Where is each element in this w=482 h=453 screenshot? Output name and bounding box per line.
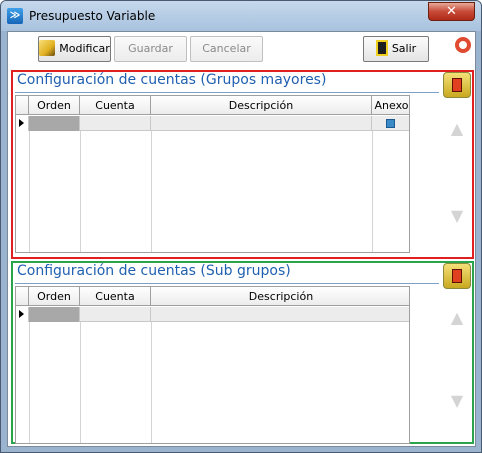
column-header-anexo[interactable]: Anexo: [372, 96, 409, 115]
grid-line: [29, 322, 30, 443]
grid-line: [151, 322, 152, 443]
section-divider: [15, 92, 439, 93]
guardar-label: Guardar: [128, 42, 173, 55]
arrow-down-icon[interactable]: ▼: [449, 208, 465, 224]
grid-header: Orden Cuenta Descripción Anexo: [16, 96, 409, 115]
export-section1-button[interactable]: [443, 72, 471, 98]
grid-line: [151, 131, 152, 252]
column-header-cuenta[interactable]: Cuenta: [80, 287, 151, 306]
pencil-icon: [39, 40, 56, 56]
cancelar-label: Cancelar: [202, 42, 251, 55]
title-bar[interactable]: ≫ Presupuesto Variable ✕: [1, 1, 481, 31]
cell-cuenta[interactable]: [80, 307, 151, 322]
arrow-up-icon[interactable]: ▲: [449, 310, 465, 326]
anexo-checkbox[interactable]: [386, 119, 395, 128]
arrow-down-icon[interactable]: ▼: [449, 393, 465, 409]
salir-button[interactable]: Salir: [363, 36, 429, 62]
client-area: Modificar Guardar Cancelar Salir Configu…: [7, 31, 476, 447]
cell-descripcion[interactable]: [151, 116, 372, 131]
section-grupos-mayores: Configuración de cuentas (Grupos mayores…: [11, 70, 474, 259]
section-sub-grupos: Configuración de cuentas (Sub grupos) Or…: [11, 261, 474, 444]
app-window: ≫ Presupuesto Variable ✕ Modificar Guard…: [0, 0, 482, 453]
help-lifebuoy-icon[interactable]: [455, 37, 471, 53]
row-pointer-icon: [19, 119, 24, 127]
cell-cuenta[interactable]: [80, 116, 151, 131]
export-section2-button[interactable]: [443, 263, 471, 289]
arrow-up-icon[interactable]: ▲: [449, 121, 465, 137]
column-header-cuenta[interactable]: Cuenta: [80, 96, 151, 115]
row-indicator: [16, 307, 29, 322]
sub-grupos-grid[interactable]: Orden Cuenta Descripción: [15, 286, 410, 444]
cancelar-button[interactable]: Cancelar: [190, 36, 263, 62]
grid-line: [80, 131, 81, 252]
export-icon: [452, 78, 462, 92]
salir-label: Salir: [391, 42, 417, 55]
column-header-descripcion[interactable]: Descripción: [151, 287, 409, 306]
cell-orden[interactable]: [29, 116, 80, 131]
window-title: Presupuesto Variable: [29, 9, 156, 23]
cell-orden[interactable]: [29, 307, 80, 322]
row-indicator: [16, 116, 29, 131]
row-pointer-icon: [19, 310, 24, 318]
table-row[interactable]: [16, 116, 409, 131]
section-title: Configuración de cuentas (Sub grupos): [17, 263, 291, 279]
modificar-button[interactable]: Modificar: [38, 36, 111, 62]
grupos-mayores-grid[interactable]: Orden Cuenta Descripción Anexo: [15, 95, 410, 253]
grid-header: Orden Cuenta Descripción: [16, 287, 409, 306]
grid-line: [372, 131, 373, 252]
modificar-label: Modificar: [59, 42, 110, 55]
cell-anexo[interactable]: [372, 116, 409, 131]
cell-descripcion[interactable]: [151, 307, 409, 322]
column-header-descripcion[interactable]: Descripción: [151, 96, 372, 115]
exit-door-icon: [375, 40, 388, 56]
section-title: Configuración de cuentas (Grupos mayores…: [17, 72, 327, 88]
app-icon: ≫: [7, 8, 23, 24]
column-header-orden[interactable]: Orden: [29, 96, 80, 115]
grid-line: [80, 322, 81, 443]
column-header-orden[interactable]: Orden: [29, 287, 80, 306]
header-indicator: [16, 96, 29, 115]
guardar-button[interactable]: Guardar: [114, 36, 187, 62]
export-icon: [452, 269, 462, 283]
close-button[interactable]: ✕: [428, 2, 475, 21]
section-divider: [15, 283, 439, 284]
grid-line: [29, 131, 30, 252]
table-row[interactable]: [16, 307, 409, 322]
header-indicator: [16, 287, 29, 306]
